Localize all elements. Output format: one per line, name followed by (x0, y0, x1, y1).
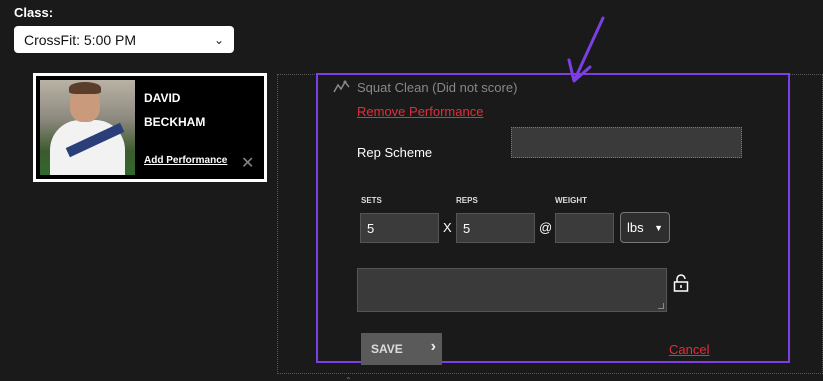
reps-input[interactable]: 5 (456, 213, 535, 243)
save-button[interactable]: SAVE › (361, 333, 442, 365)
arrow-annotation (567, 16, 605, 83)
x-separator: X (443, 220, 452, 235)
reps-label: REPS (456, 196, 478, 205)
class-select[interactable]: CrossFit: 5:00 PM ⌄ (14, 26, 234, 53)
sets-label: SETS (361, 196, 382, 205)
performance-title: Squat Clean (Did not score) (357, 80, 518, 95)
lock-open-icon[interactable] (673, 274, 689, 292)
cancel-link[interactable]: Cancel (669, 342, 709, 357)
weight-label: WEIGHT (555, 196, 587, 205)
resize-handle[interactable] (658, 303, 664, 309)
rep-scheme-label: Rep Scheme (357, 145, 433, 160)
athlete-first-name: DAVID (144, 91, 181, 105)
chevron-down-icon: ▼ (654, 222, 663, 233)
wod-trend-icon (333, 80, 350, 93)
unit-select-value: lbs (627, 220, 644, 235)
weight-input[interactable] (555, 213, 614, 243)
add-performance-link[interactable]: Add Performance (144, 155, 227, 166)
class-select-value: CrossFit: 5:00 PM (24, 31, 137, 48)
notes-textarea[interactable] (357, 268, 667, 312)
class-label: Class: (14, 5, 54, 20)
athlete-last-name: BECKHAM (144, 115, 206, 129)
sets-input[interactable]: 5 (360, 213, 439, 243)
unit-select[interactable]: lbs ▼ (620, 212, 670, 243)
rep-scheme-input[interactable] (511, 127, 742, 158)
close-icon[interactable]: ✕ (241, 153, 254, 173)
next-item-icon: ⌃ (345, 376, 352, 381)
at-separator: @ (539, 220, 553, 235)
save-button-label: SAVE (371, 342, 403, 356)
chevron-right-icon: › (430, 338, 436, 355)
athlete-card: DAVID BECKHAM Add Performance ✕ (33, 73, 267, 182)
remove-performance-link[interactable]: Remove Performance (357, 104, 483, 119)
chevron-down-icon: ⌄ (213, 32, 224, 47)
athlete-photo (40, 80, 135, 175)
